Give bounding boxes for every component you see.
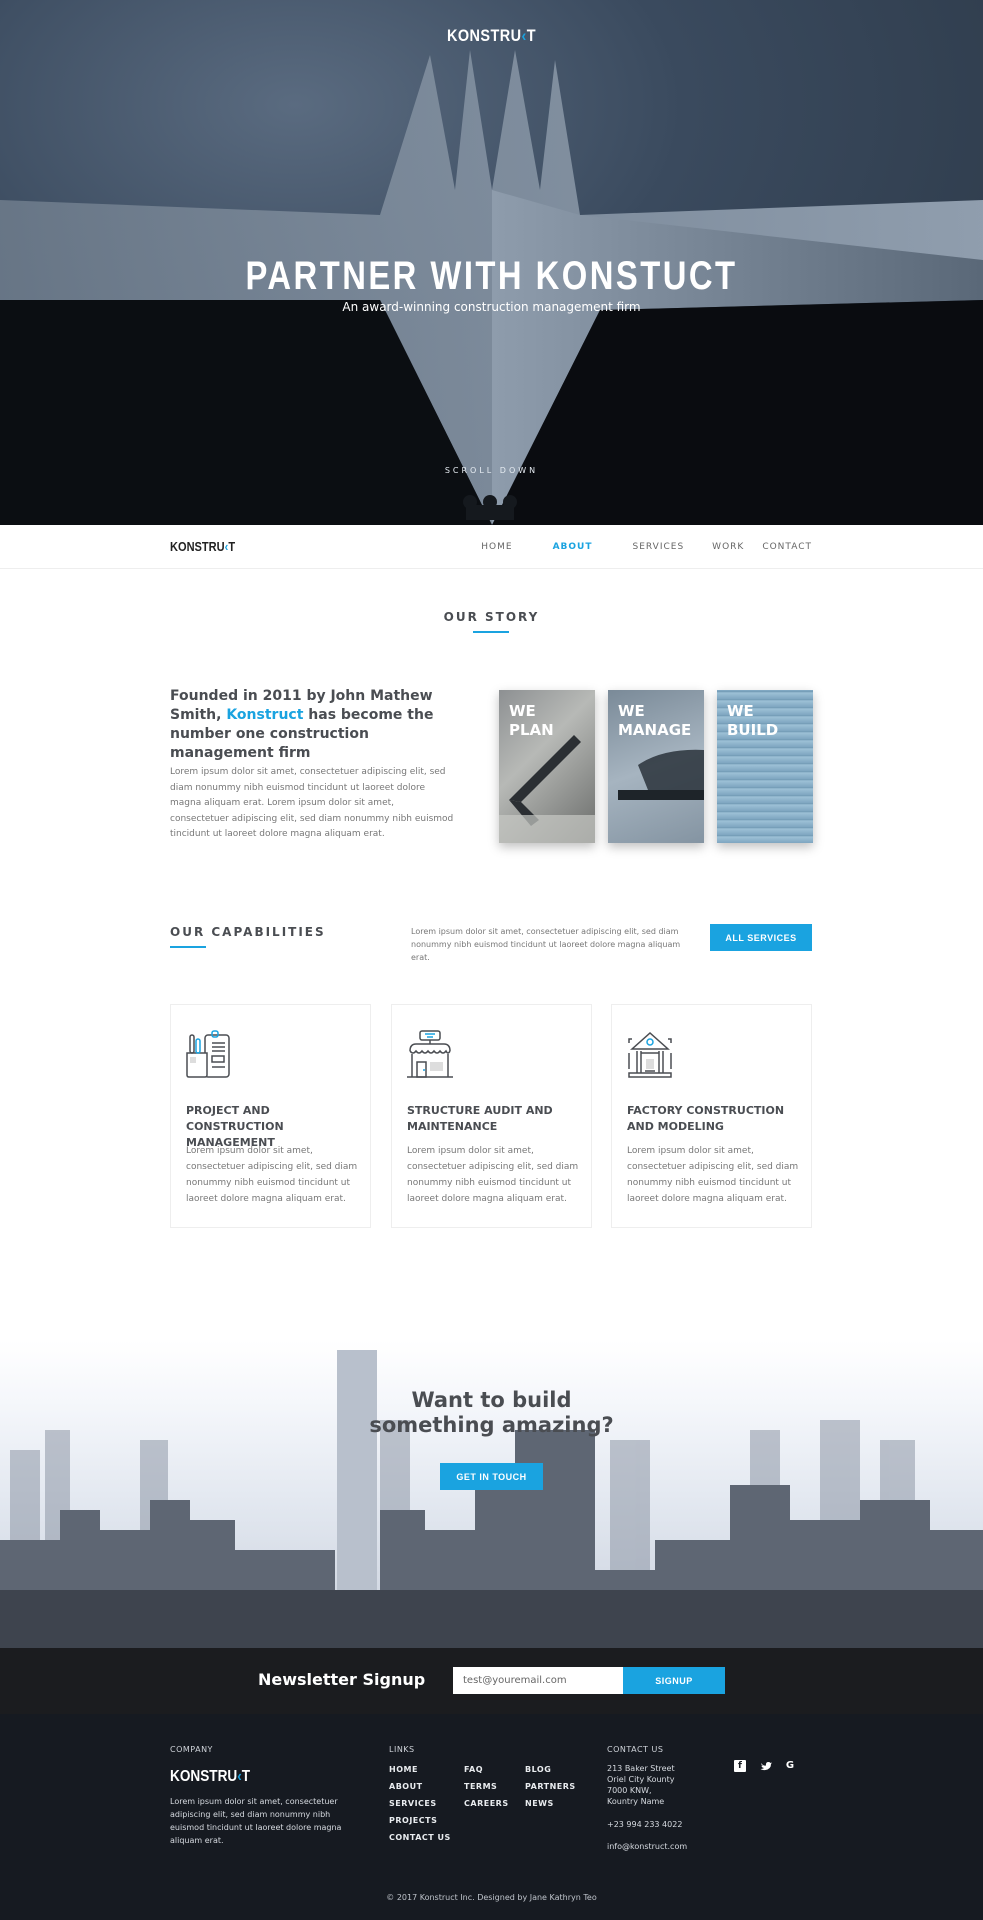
capability-card: STRUCTURE AUDIT AND MAINTENANCE Lorem ip… <box>391 1004 592 1228</box>
tile-line1: WE <box>727 702 754 720</box>
city-skyline-image <box>0 1350 983 1650</box>
cta-title-line1: Want to build <box>411 1388 572 1412</box>
newsletter-bar: Newsletter Signup SIGNUP <box>0 1648 983 1714</box>
google-icon[interactable]: G <box>784 1760 796 1772</box>
hero-title: PARTNER WITH KONSTUCT <box>245 254 738 298</box>
footer-company-heading: COMPANY <box>170 1745 213 1754</box>
story-heading: Founded in 2011 by John Mathew Smith, Ko… <box>170 687 460 763</box>
footer-phone: +23 994 233 4022 <box>607 1820 683 1829</box>
nav-item-about[interactable]: ABOUT <box>553 542 593 552</box>
twitter-icon[interactable] <box>760 1760 772 1772</box>
nav-item-work[interactable]: WORK <box>712 542 744 552</box>
scroll-down-link[interactable]: SCROLL DOWN <box>0 466 983 475</box>
footer-link-terms[interactable]: TERMS <box>464 1782 497 1791</box>
logo-text-end: T <box>526 26 536 45</box>
footer-link-faq[interactable]: FAQ <box>464 1765 483 1774</box>
address-line: 7000 KNW, <box>607 1786 652 1795</box>
get-in-touch-button[interactable]: GET IN TOUCH <box>440 1463 543 1490</box>
card-body: Lorem ipsum dolor sit amet, consectetuer… <box>627 1146 799 1204</box>
cta-title-line2: something amazing? <box>369 1413 614 1437</box>
footer-link-careers[interactable]: CAREERS <box>464 1799 509 1808</box>
nav-menu: HOME ABOUT SERVICES WORK CONTACT <box>453 542 812 552</box>
footer-link-partners[interactable]: PARTNERS <box>525 1782 576 1791</box>
signup-button[interactable]: SIGNUP <box>623 1667 725 1694</box>
tile-we-manage[interactable]: WE MANAGE <box>608 690 704 843</box>
card-body: Lorem ipsum dolor sit amet, consectetuer… <box>186 1146 358 1204</box>
footer-link-services[interactable]: SERVICES <box>389 1799 437 1808</box>
logo-text: KONSTRU <box>170 539 225 554</box>
storefront-icon <box>407 1030 453 1078</box>
nav-item-home[interactable]: HOME <box>481 542 512 552</box>
cta-title: Want to build something amazing? <box>0 1388 983 1438</box>
hero-section: KONSTRU‹T PARTNER WITH KONSTUCT An award… <box>0 0 983 525</box>
tile-we-build[interactable]: WE BUILD <box>717 690 813 843</box>
footer-company-text: Lorem ipsum dolor sit amet, consectetuer… <box>170 1797 342 1845</box>
address-line: 213 Baker Street <box>607 1764 675 1773</box>
logo-text: KONSTRU <box>447 26 522 45</box>
footer-link-projects[interactable]: PROJECTS <box>389 1816 437 1825</box>
card-title: STRUCTURE AUDIT AND MAINTENANCE <box>407 1104 553 1133</box>
nav-logo[interactable]: KONSTRU‹T <box>170 539 235 554</box>
our-story-underline <box>473 631 509 633</box>
card-body: Lorem ipsum dolor sit amet, consectetuer… <box>407 1146 579 1204</box>
tile-line1: WE <box>618 702 645 720</box>
newsletter-label: Newsletter Signup <box>258 1670 426 1689</box>
card-title: FACTORY CONSTRUCTION AND MODELING <box>627 1104 785 1133</box>
hero-subtitle: An award-winning construction management… <box>342 300 641 314</box>
footer-link-about[interactable]: ABOUT <box>389 1782 423 1791</box>
capabilities-title: OUR CAPABILITIES <box>170 925 326 939</box>
tile-we-build-label: WE BUILD <box>727 702 778 740</box>
footer-email-link[interactable]: info@konstruct.com <box>607 1840 687 1853</box>
footer-link-news[interactable]: NEWS <box>525 1799 554 1808</box>
tile-line2: MANAGE <box>618 721 692 739</box>
story-heading-highlight: Konstruct <box>226 707 304 723</box>
facebook-icon[interactable]: f <box>734 1760 746 1772</box>
nav-item-services[interactable]: SERVICES <box>633 542 685 552</box>
footer-link-home[interactable]: HOME <box>389 1765 418 1774</box>
tile-line1: WE <box>509 702 536 720</box>
copyright-text: © 2017 Konstruct Inc. Designed by Jane K… <box>386 1893 597 1902</box>
hero-logo[interactable]: KONSTRU‹T <box>74 26 910 46</box>
cta-section <box>0 1340 983 1650</box>
footer-contact-heading: CONTACT US <box>607 1745 664 1754</box>
logo-text-end: T <box>241 1768 251 1785</box>
newsletter-email-input[interactable] <box>453 1667 624 1694</box>
logo-text: KONSTRU <box>170 1768 238 1785</box>
tile-line2: BUILD <box>727 721 779 739</box>
tile-we-plan-label: WE PLAN <box>509 702 554 740</box>
capabilities-underline <box>170 946 206 948</box>
capability-card: FACTORY CONSTRUCTION AND MODELING Lorem … <box>611 1004 812 1228</box>
our-story-title: OUR STORY <box>443 610 540 624</box>
nav-item-contact[interactable]: CONTACT <box>762 542 812 552</box>
address-line: Oriel City Kounty <box>607 1775 675 1784</box>
footer-link-blog[interactable]: BLOG <box>525 1765 551 1774</box>
main-navbar: KONSTRU‹T HOME ABOUT SERVICES WORK CONTA… <box>0 525 983 569</box>
logo-text-end: T <box>228 539 236 554</box>
tile-we-plan[interactable]: WE PLAN <box>499 690 595 843</box>
tile-we-manage-label: WE MANAGE <box>618 702 691 740</box>
tile-line2: PLAN <box>509 721 554 739</box>
bank-building-icon <box>628 1031 672 1078</box>
story-body: Lorem ipsum dolor sit amet, consectetuer… <box>170 767 454 839</box>
capabilities-description: Lorem ipsum dolor sit amet, consectetuer… <box>411 927 681 962</box>
footer <box>0 1714 983 1920</box>
footer-link-contact-us[interactable]: CONTACT US <box>389 1833 451 1842</box>
footer-logo[interactable]: KONSTRU‹T <box>170 1768 250 1786</box>
address-line: Kountry Name <box>607 1797 665 1806</box>
footer-links-heading: LINKS <box>389 1745 415 1754</box>
clipboard-pencils-icon <box>186 1030 230 1078</box>
capability-card: PROJECT AND CONSTRUCTION MANAGEMENT Lore… <box>170 1004 371 1228</box>
all-services-button[interactable]: ALL SERVICES <box>710 924 812 951</box>
footer-address: 213 Baker Street Oriel City Kounty 7000 … <box>607 1763 675 1807</box>
